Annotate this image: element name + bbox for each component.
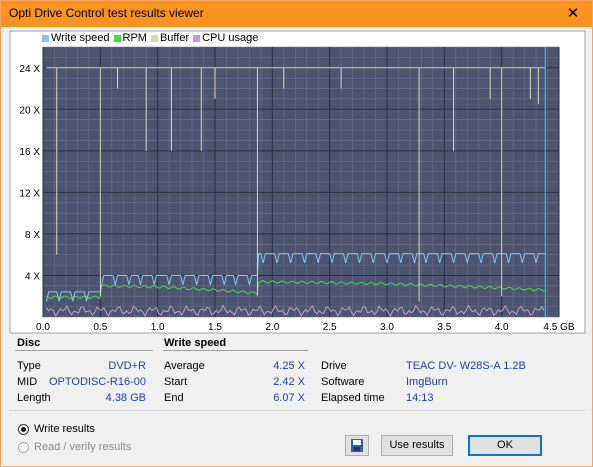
y-tick-label: 8 X xyxy=(25,230,40,241)
legend-buffer: Buffer xyxy=(150,32,190,44)
x-tick-label: 0.5 xyxy=(93,322,107,333)
read-verify-results-label: Read / verify results xyxy=(34,441,132,453)
legend-swatch xyxy=(113,34,121,42)
start-label: Start xyxy=(164,376,188,388)
y-tick-label: 16 X xyxy=(19,147,40,158)
legend-swatch xyxy=(42,34,49,42)
average-label: Average xyxy=(164,360,205,372)
x-tick-label: 3.5 xyxy=(437,322,451,333)
legend-label: CPU usage xyxy=(202,32,259,44)
save-button[interactable] xyxy=(345,435,369,456)
write-results-label: Write results xyxy=(34,423,95,435)
legend-write-speed: Write speed xyxy=(42,32,110,44)
disc-length-label: Length xyxy=(17,392,51,404)
x-tick-label: 2.5 xyxy=(323,322,337,333)
footer-divider xyxy=(9,410,585,411)
disc-mid-value: OPTODISC-R16-00 xyxy=(49,376,146,388)
radio-unselected-icon xyxy=(18,441,29,453)
legend-label: Write speed xyxy=(51,32,110,44)
y-tick-label: 24 X xyxy=(19,64,40,75)
x-tick-label: 0.0 xyxy=(36,322,50,333)
x-tick-label: 1.0 xyxy=(151,322,165,333)
end-label: End xyxy=(164,392,184,404)
write-results-radio[interactable]: Write results xyxy=(18,423,95,435)
legend-label: RPM xyxy=(122,32,147,44)
legend-cpu-usage: CPU usage xyxy=(193,32,258,44)
ok-button[interactable]: OK xyxy=(468,435,542,456)
x-tick-label: 1.5 xyxy=(208,322,222,333)
read-verify-results-radio[interactable]: Read / verify results xyxy=(18,441,131,453)
legend-swatch xyxy=(193,34,201,42)
legend-rpm: RPM xyxy=(113,32,147,44)
x-tick-label: 2.0 xyxy=(265,322,279,333)
chart-legend: Write speed RPM Buffer CPU usage xyxy=(42,32,258,44)
start-value: 2.42 X xyxy=(273,376,305,388)
legend-label: Buffer xyxy=(159,32,190,44)
write-speed-heading: Write speed xyxy=(164,337,227,349)
disc-type-label: Type xyxy=(17,360,41,372)
disc-length-value: 4.38 GB xyxy=(105,392,146,404)
average-value: 4.25 X xyxy=(273,360,305,372)
floppy-disk-icon xyxy=(351,439,363,452)
write-speed-chart: 4 X 8 X 12 X 16 X 20 X 24 X 0.0 0.5 1.0 1.5 2.0 2.5… xyxy=(9,30,586,334)
divider xyxy=(163,350,308,351)
x-tick-label: 3.0 xyxy=(380,322,394,333)
y-tick-label: 20 X xyxy=(19,105,40,116)
drive-label: Drive xyxy=(321,360,347,372)
disc-mid-label: MID xyxy=(17,376,38,388)
legend-swatch xyxy=(150,34,158,42)
drive-value: TEAC DV- W28S-A 1.2B xyxy=(406,360,526,372)
app-window: Opti Drive Control test results viewer ✕… xyxy=(0,0,593,467)
x-tick-label: 4.0 xyxy=(495,322,509,333)
software-label: Software xyxy=(321,376,365,388)
y-tick-label: 4 X xyxy=(25,271,40,282)
software-value: ImgBurn xyxy=(406,376,448,388)
use-results-button[interactable]: Use results xyxy=(381,435,453,456)
elapsed-time-value: 14:13 xyxy=(406,392,434,404)
x-tick-label: 4.5 GB xyxy=(543,322,574,333)
divider xyxy=(15,350,153,351)
disc-heading: Disc xyxy=(17,337,41,349)
radio-selected-icon xyxy=(18,423,29,435)
y-tick-label: 12 X xyxy=(19,188,40,199)
end-value: 6.07 X xyxy=(273,392,305,404)
elapsed-time-label: Elapsed time xyxy=(321,392,385,404)
disc-type-value: DVD+R xyxy=(108,360,146,372)
